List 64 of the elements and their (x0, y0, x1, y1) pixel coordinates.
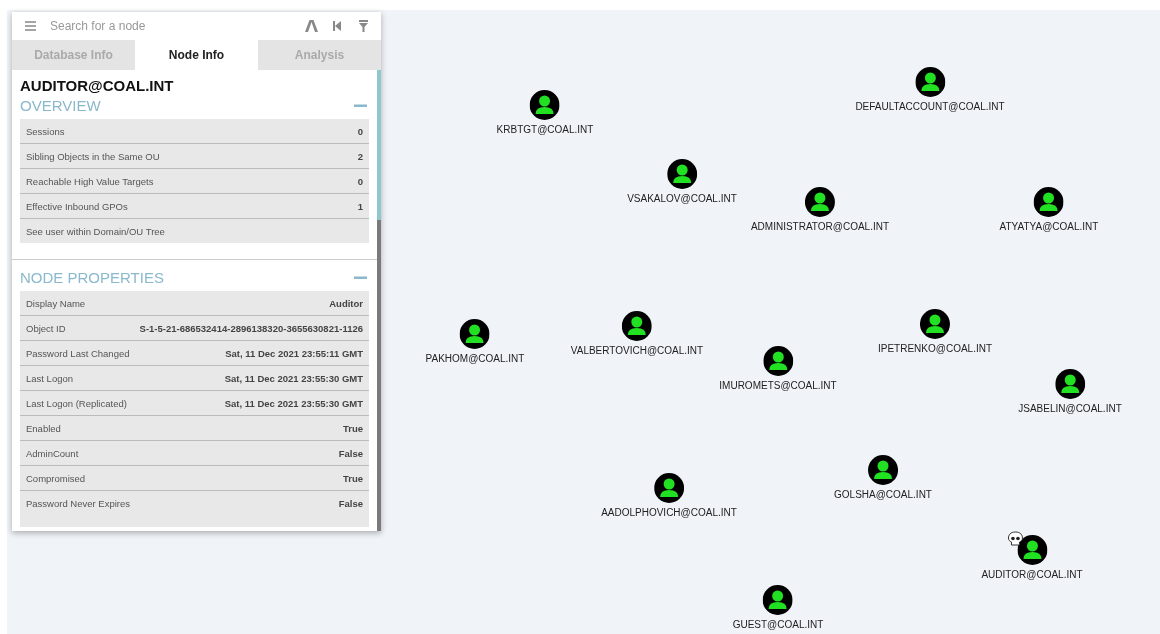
property-label: Last Logon (26, 372, 73, 384)
user-icon[interactable] (530, 90, 560, 120)
property-label: Effective Inbound GPOs (26, 200, 128, 212)
user-icon[interactable] (1017, 535, 1047, 565)
node-title: AUDITOR@COAL.INT (20, 77, 175, 94)
property-label: Password Never Expires (26, 497, 130, 509)
property-value: Sat, 11 Dec 2021 23:55:30 GMT (224, 397, 363, 409)
property-value: True (342, 472, 363, 484)
user-icon[interactable] (920, 309, 950, 339)
property-value: 0 (357, 175, 363, 187)
property-value: 0 (357, 125, 363, 137)
user-icon[interactable] (460, 319, 490, 349)
user-icon[interactable] (915, 67, 945, 97)
skull-icon (1007, 531, 1023, 547)
node-label: IMUROMETS@COAL.INT (719, 380, 837, 391)
user-icon[interactable] (868, 455, 898, 485)
user-icon[interactable] (1034, 187, 1064, 217)
scrollbar[interactable] (377, 70, 381, 531)
search-field[interactable]: Search for a node (48, 18, 293, 34)
node-label: VSAKALOV@COAL.INT (627, 193, 737, 204)
property-value: 1 (357, 200, 363, 212)
node-label: JSABELIN@COAL.INT (1018, 403, 1122, 414)
property-value: Auditor (329, 297, 363, 309)
property-value: Sat, 11 Dec 2021 23:55:30 GMT (224, 372, 363, 384)
property-label: Enabled (26, 422, 61, 434)
node-label: ATYATYA@COAL.INT (999, 221, 1099, 232)
node-label: VALBERTOVICH@COAL.INT (570, 345, 704, 356)
node-label: GUEST@COAL.INT (732, 619, 824, 630)
property-value: Sat, 11 Dec 2021 23:55:11 GMT (225, 347, 363, 359)
path-icon[interactable] (303, 18, 319, 34)
property-value: True (342, 422, 363, 434)
tab[interactable]: Analysis (258, 40, 381, 70)
property-label: Compromised (26, 472, 86, 484)
node-label: DEFAULTACCOUNT@COAL.INT (855, 101, 1005, 112)
node-label: AUDITOR@COAL.INT (981, 569, 1083, 580)
property-label: Sessions (26, 125, 65, 137)
node-label: AADOLPHOVICH@COAL.INT (601, 507, 737, 518)
node-label: IPETRENKO@COAL.INT (877, 343, 993, 354)
user-icon[interactable] (1055, 369, 1085, 399)
user-icon[interactable] (654, 473, 684, 503)
property-value: S-1-5-21-686532414-2896138320-3655630821-1126 (139, 322, 363, 334)
user-icon[interactable] (622, 311, 652, 341)
property-label: Reachable High Value Targets (26, 175, 154, 187)
node-label: KRBTGT@COAL.INT (496, 124, 594, 135)
section-title: OVERVIEW (20, 96, 101, 114)
tab[interactable]: Database Info (12, 40, 135, 70)
property-value: 2 (357, 150, 363, 162)
user-icon[interactable] (667, 159, 697, 189)
property-label: Object ID (26, 322, 66, 334)
property-label: See user within Domain/OU Tree (26, 225, 165, 237)
property-label: Last Logon (Replicated) (26, 397, 127, 409)
property-label: AdminCount (26, 447, 79, 459)
property-value: False (338, 497, 363, 509)
user-icon[interactable] (763, 346, 793, 376)
user-icon[interactable] (763, 585, 793, 615)
property-value: False (338, 447, 363, 459)
user-icon[interactable] (805, 187, 835, 217)
property-label: Password Last Changed (26, 347, 130, 359)
node-label: ADMINISTRATOR@COAL.INT (750, 221, 890, 232)
node-label: PAKHOM@COAL.INT (425, 353, 525, 364)
property-label: Sibling Objects in the Same OU (26, 150, 160, 162)
section-title: NODE PROPERTIES (20, 268, 164, 286)
node-label: GOLSHA@COAL.INT (834, 489, 932, 500)
property-label: Display Name (26, 297, 86, 309)
